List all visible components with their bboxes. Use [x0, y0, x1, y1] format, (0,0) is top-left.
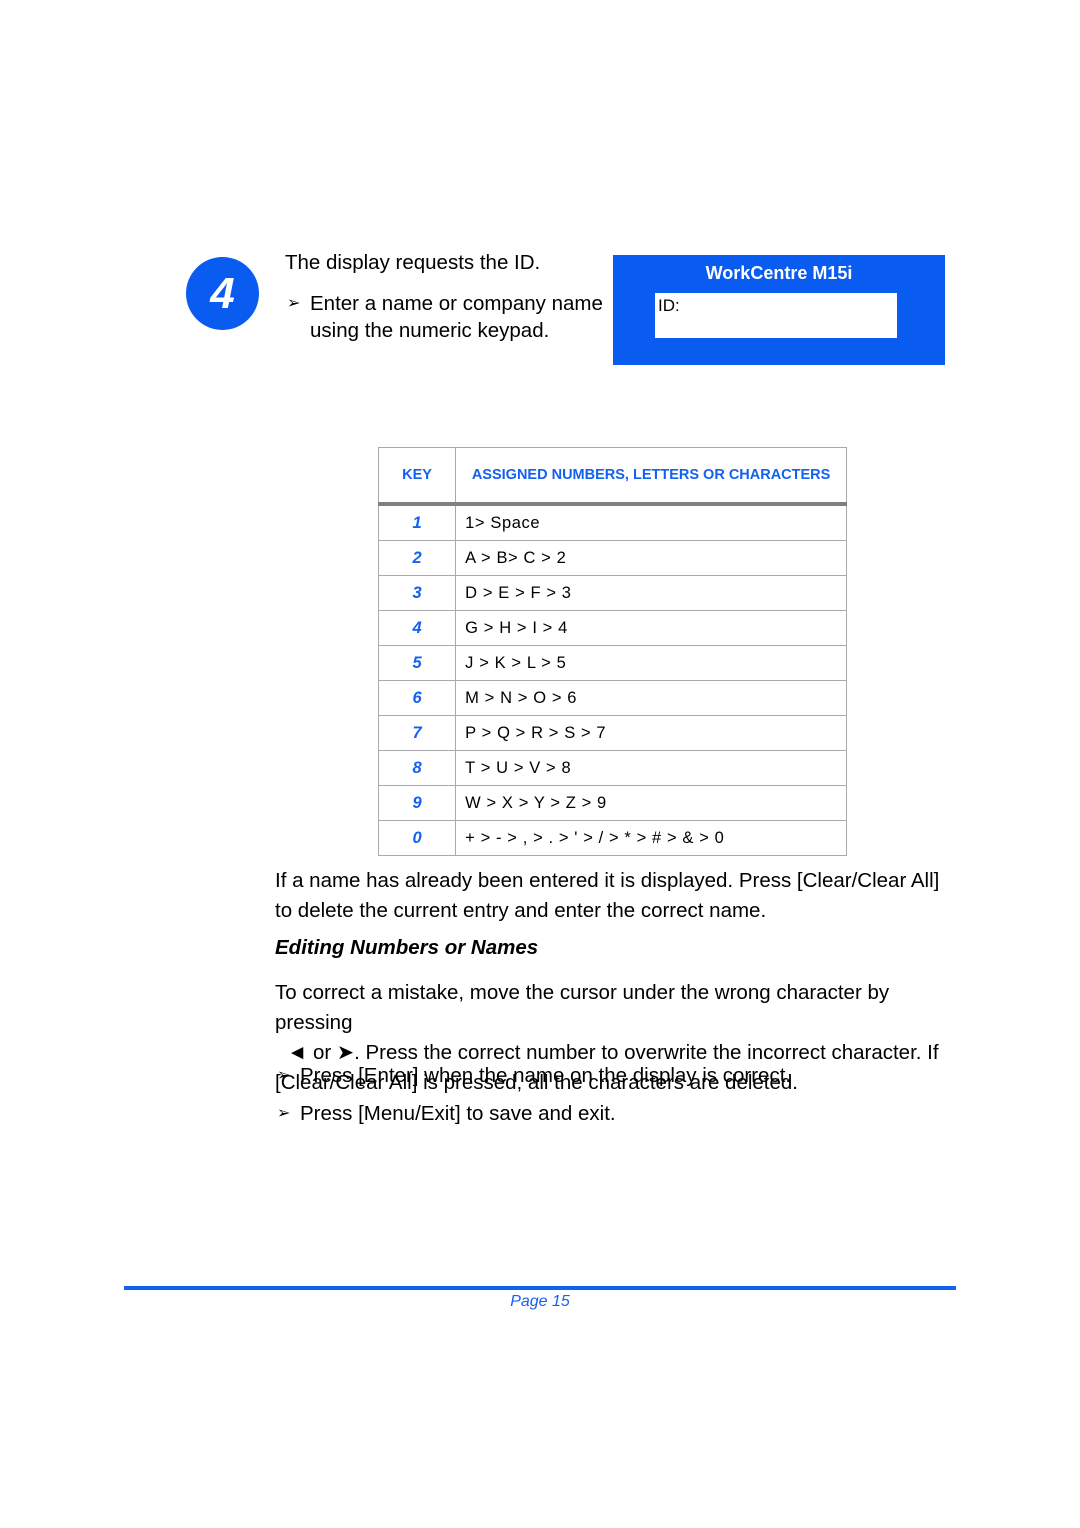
- paragraph-name-already-entered: If a name has already been entered it is…: [275, 869, 940, 922]
- cell-assigned-characters: J > K > L > 5: [455, 645, 847, 681]
- heading-editing-numbers-or-names: Editing Numbers or Names: [275, 936, 539, 959]
- cell-assigned-characters: M > N > O > 6: [455, 680, 847, 716]
- cell-key: 2: [377, 540, 457, 576]
- table-row: 9W > X > Y > Z > 9: [377, 785, 847, 821]
- table-row: 2A > B> C > 2: [377, 540, 847, 576]
- table-row: 7P > Q > R > S > 7: [377, 715, 847, 751]
- step-number-badge: 4: [186, 257, 259, 330]
- step-bullet-item: ➢ Enter a name or company name using the…: [285, 290, 615, 344]
- cell-assigned-characters: T > U > V > 8: [455, 750, 847, 786]
- table-row: 3D > E > F > 3: [377, 575, 847, 611]
- footer-rule-divider: [124, 1286, 956, 1290]
- table-row: 6M > N > O > 6: [377, 680, 847, 716]
- cell-key: 4: [377, 610, 457, 646]
- chevron-bullet-icon: ➢: [287, 295, 301, 312]
- table-row: 5J > K > L > 5: [377, 645, 847, 681]
- step-bullet-label: Enter a name or company name using the n…: [310, 292, 603, 342]
- cell-assigned-characters: W > X > Y > Z > 9: [455, 785, 847, 821]
- table-row: 4G > H > I > 4: [377, 610, 847, 646]
- cell-key: 0: [377, 820, 457, 856]
- table-row: 8T > U > V > 8: [377, 750, 847, 786]
- lcd-display-panel: WorkCentre M15i ID:: [613, 255, 945, 365]
- cell-assigned-characters: A > B> C > 2: [455, 540, 847, 576]
- final-bullet-list: ➢ Press [Enter] when the name on the disp…: [275, 1062, 965, 1138]
- cell-key: 9: [377, 785, 457, 821]
- cell-assigned-characters: + > - > , > . > ' > / > * > # > & > 0: [455, 820, 847, 856]
- cell-key: 6: [377, 680, 457, 716]
- cell-key: 3: [377, 575, 457, 611]
- table-header-row: KEY ASSIGNED NUMBERS, LETTERS OR CHARACT…: [377, 447, 847, 506]
- chevron-bullet-icon: ➢: [277, 1105, 291, 1122]
- cell-assigned-characters: G > H > I > 4: [455, 610, 847, 646]
- lcd-id-label: ID:: [658, 296, 680, 315]
- final-bullet-label: Press [Menu/Exit] to save and exit.: [300, 1102, 616, 1125]
- key-assignment-table: KEY ASSIGNED NUMBERS, LETTERS OR CHARACT…: [377, 447, 847, 856]
- lcd-device-title: WorkCentre M15i: [705, 263, 853, 283]
- cell-key: 5: [377, 645, 457, 681]
- cell-key: 7: [377, 715, 457, 751]
- lcd-screen-area: ID:: [655, 293, 897, 338]
- column-header-key: KEY: [377, 447, 457, 506]
- document-page: 4 The display requests the ID. ➢ Enter a…: [0, 0, 1080, 1528]
- correct-line-1: To correct a mistake, move the cursor un…: [275, 981, 890, 1034]
- footer-page-number: Page 15: [510, 1293, 570, 1310]
- table-row: 0 + > - > , > . > ' > / > * > # > & > 0: [377, 820, 847, 856]
- cell-key: 1: [377, 503, 457, 541]
- final-bullet-item: ➢ Press [Menu/Exit] to save and exit.: [275, 1100, 965, 1127]
- cell-assigned-characters: 1> Space: [455, 503, 847, 541]
- table-body: 1 1> Space 2 A > B> C > 23D > E > F > 34G >…: [377, 503, 847, 856]
- chevron-bullet-icon: ➢: [277, 1067, 291, 1084]
- step-lead-text: The display requests the ID.: [285, 251, 541, 274]
- final-bullet-item: ➢ Press [Enter] when the name on the disp…: [275, 1062, 965, 1089]
- table-row: 1 1> Space: [377, 503, 847, 541]
- cell-assigned-characters: P > Q > R > S > 7: [455, 715, 847, 751]
- final-bullet-label: Press [Enter] when the name on the displ…: [300, 1064, 792, 1087]
- cell-assigned-characters: D > E > F > 3: [455, 575, 847, 611]
- column-header-assigned: ASSIGNED NUMBERS, LETTERS OR CHARACTERS: [455, 447, 847, 506]
- cell-key: 8: [377, 750, 457, 786]
- step-text-group: The display requests the ID. ➢ Enter a n…: [285, 250, 615, 344]
